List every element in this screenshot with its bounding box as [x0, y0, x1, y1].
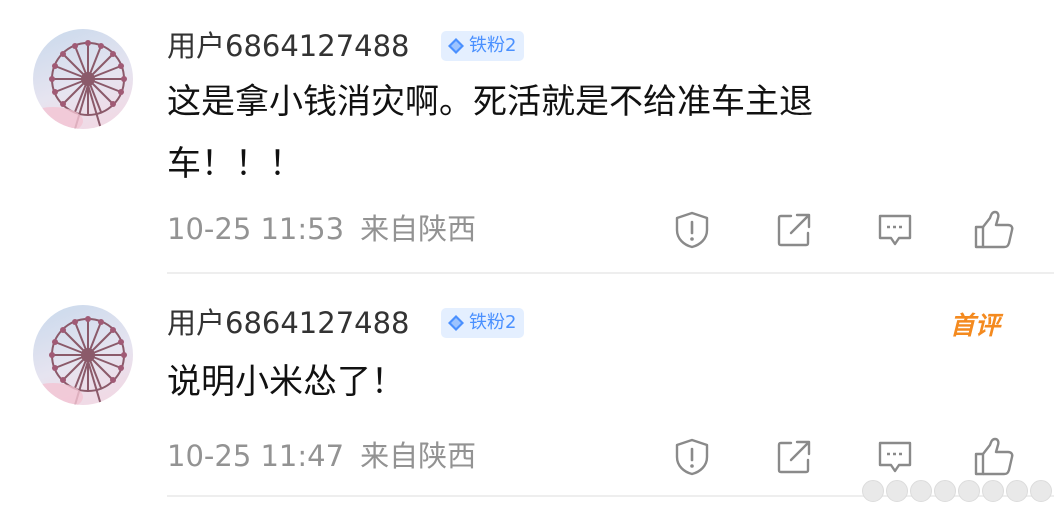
avatar[interactable] [33, 305, 133, 405]
like-button[interactable] [972, 435, 1016, 479]
share-button[interactable] [772, 435, 816, 479]
thumbs-up-icon [974, 437, 1014, 476]
report-button[interactable] [670, 435, 714, 479]
diamond-icon [448, 315, 464, 331]
comment-icon [878, 441, 912, 473]
ferris-wheel-image [33, 316, 127, 405]
first-comment-tag: 首评 [950, 303, 1018, 341]
shield-exclamation-icon [675, 438, 709, 476]
reply-button[interactable] [873, 435, 917, 479]
comment-meta: 10-25 11:47 来自陕西 [167, 439, 476, 473]
fan-badge-label: 铁粉2 [469, 312, 517, 333]
comment-item: 用户6864127488 铁粉2 首评 说明小米怂了！ 10-25 11:47 来… [0, 0, 1054, 513]
fan-badge[interactable]: 铁粉2 [441, 308, 525, 338]
watermark [862, 480, 1052, 502]
share-out-icon [777, 440, 811, 474]
comment-time: 10-25 11:47 [167, 439, 345, 473]
first-comment-label: 首评 [950, 311, 1001, 340]
comment-location: 来自陕西 [360, 439, 477, 473]
comment-text: 说明小米怂了！ [167, 362, 405, 402]
username[interactable]: 用户6864127488 [167, 306, 410, 340]
